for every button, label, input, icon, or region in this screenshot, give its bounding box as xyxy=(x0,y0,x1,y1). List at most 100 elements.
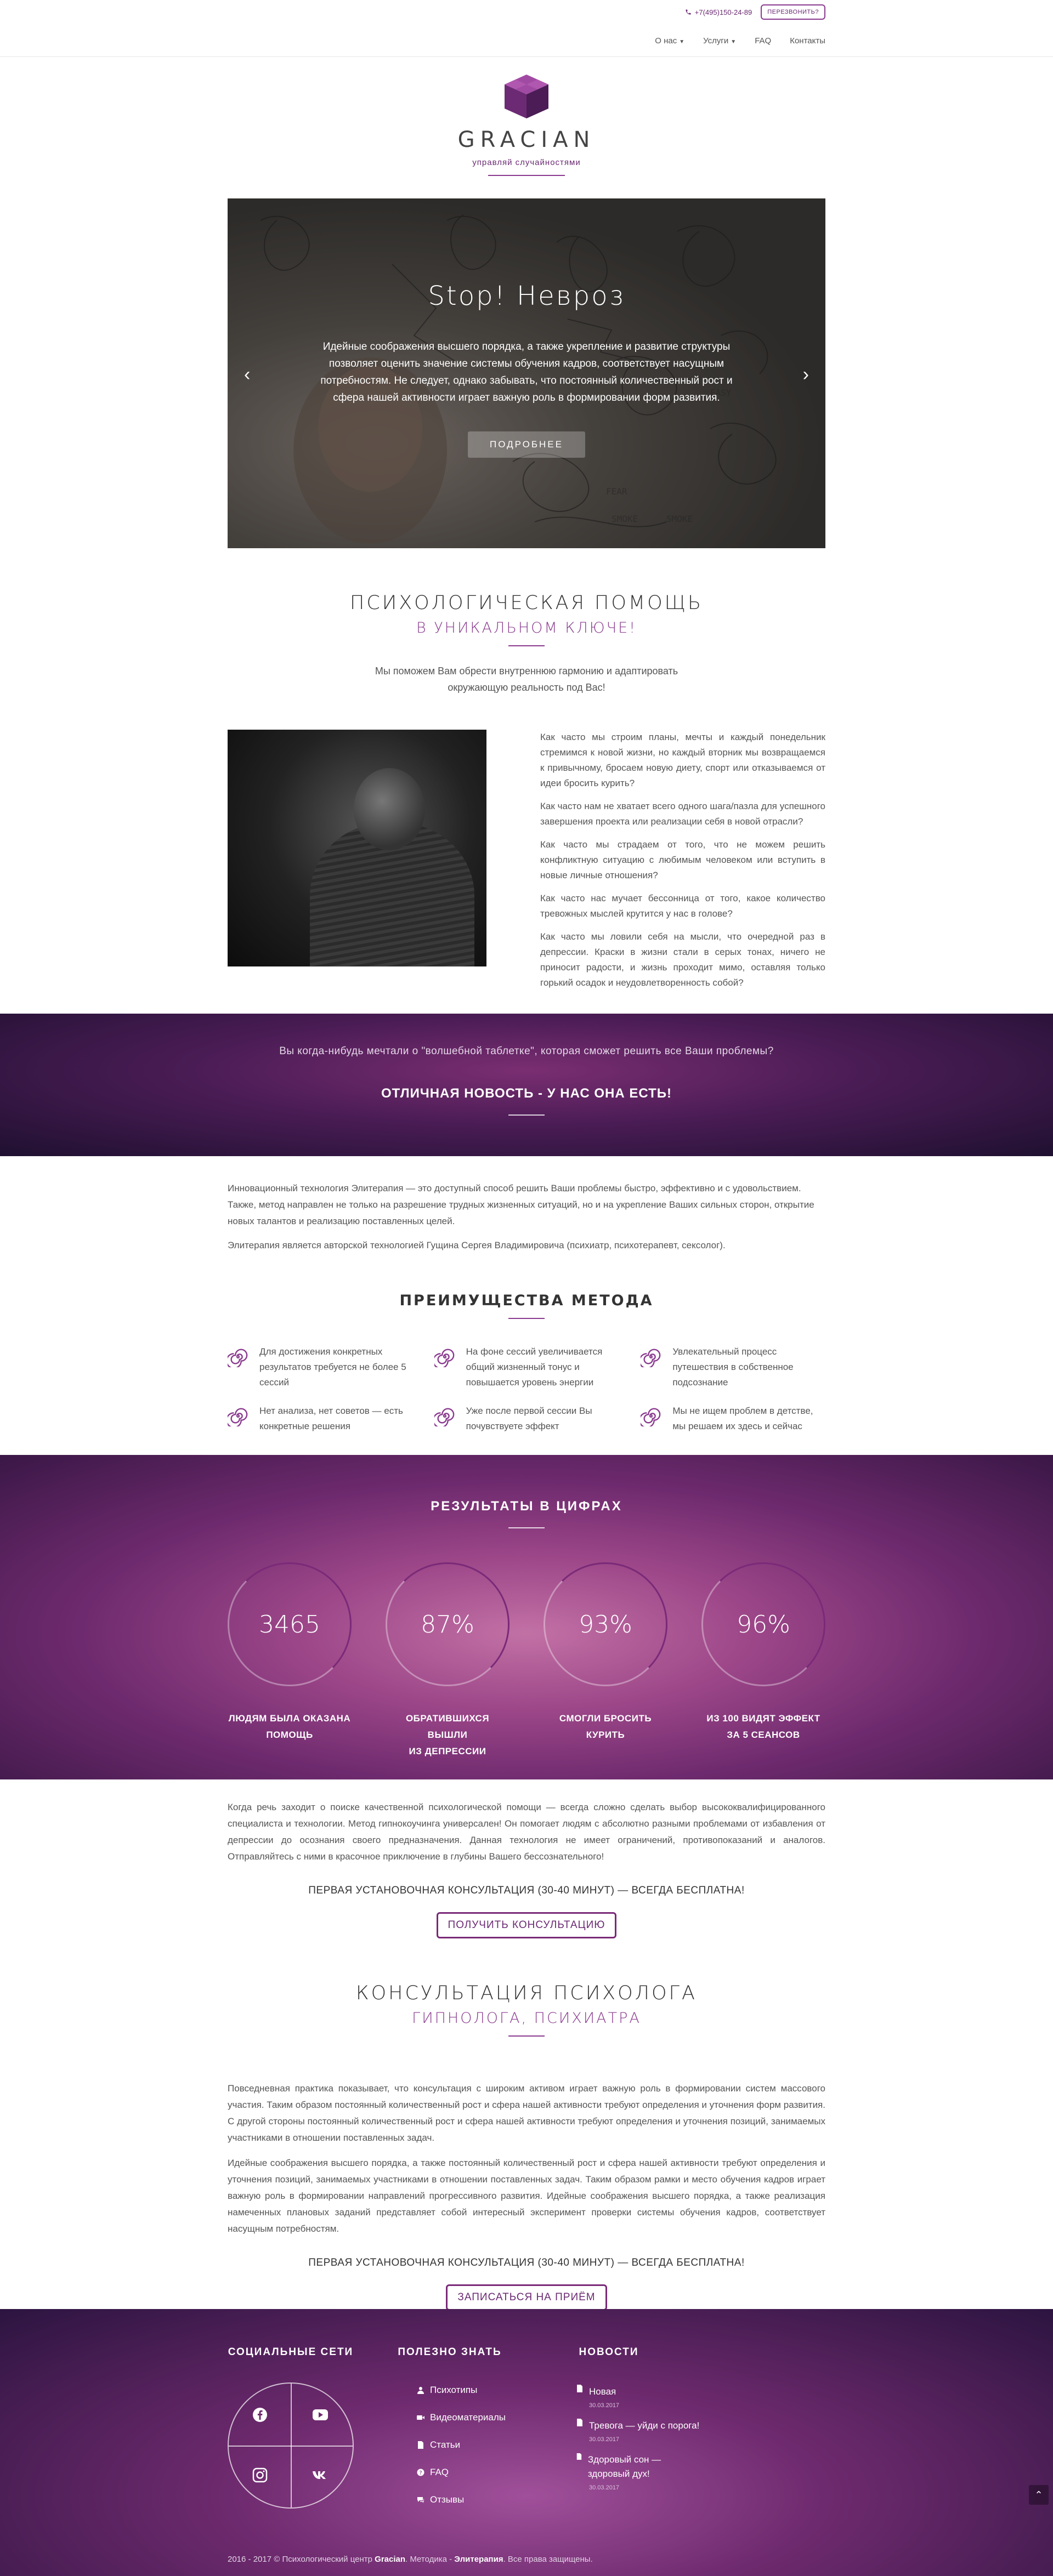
nav-label: Услуги xyxy=(703,36,729,46)
advantage-text: Уже после первой сессии Вы почувствуете … xyxy=(466,1406,592,1431)
advantage-text: Для достижения конкретных результатов тр… xyxy=(259,1346,406,1387)
advantage-text: Увлекательный процесс путешествия в собс… xyxy=(672,1346,794,1387)
news-date: 30.03.2017 xyxy=(589,2402,620,2409)
counter-label: ИЗ 100 ВИДЯТ ЭФФЕКТ ЗА 5 СЕАНСОВ xyxy=(701,1710,825,1743)
counter-label-line: ИЗ 100 ВИДЯТ ЭФФЕКТ xyxy=(706,1713,820,1724)
question-icon: ? xyxy=(417,2469,424,2476)
counter-value: 3465 xyxy=(228,1562,352,1686)
file-icon xyxy=(576,2453,582,2460)
eliterapy-paragraph: Элитерапия является авторской технологие… xyxy=(228,1240,726,1250)
counter-label: ОБРАТИВШИХСЯ ВЫШЛИ ИЗ ДЕПРЕССИИ xyxy=(386,1710,509,1760)
magic-pill-band: Вы когда-нибудь мечтали о "волшебной таб… xyxy=(0,1014,1053,1156)
news-item[interactable]: Новая 30.03.2017 xyxy=(576,2385,705,2409)
useful-link-label: Статьи xyxy=(430,2439,461,2450)
useful-links: Психотипы Видеоматериалы Статьи ? FAQ Отз… xyxy=(387,2385,546,2505)
footer-news: НОВОСТИ Новая 30.03.2017 Тревога — уйди … xyxy=(546,2346,705,2522)
footer: СОЦИАЛЬНЫЕ СЕТИ ПОЛЕЗНО ЗНАТЬ Психотипы … xyxy=(0,2309,1053,2576)
instagram-icon[interactable] xyxy=(251,2466,269,2484)
news-item[interactable]: Здоровый сон — здоровый дух! 30.03.2017 xyxy=(576,2453,705,2491)
useful-link[interactable]: Психотипы xyxy=(417,2385,546,2396)
consultation-section: КОНСУЛЬТАЦИЯ ПСИХОЛОГА ГИПНОЛОГА, ПСИХИА… xyxy=(228,1938,825,2311)
counters-row: 3465 ЛЮДЯМ БЫЛА ОКАЗАНА ПОМОЩЬ 87% ОБРАТИ… xyxy=(228,1562,825,1760)
advantages-section: ПРЕИМУЩЕСТВА МЕТОДА Для достижения конкр… xyxy=(228,1292,825,1434)
advantages-title: ПРЕИМУЩЕСТВА МЕТОДА xyxy=(399,1292,654,1309)
results-section: РЕЗУЛЬТАТЫ В ЦИФРАХ 3465 ЛЮДЯМ БЫЛА ОКАЗ… xyxy=(0,1455,1053,1779)
offer-section: Когда речь заходит о поиске качественной… xyxy=(228,1799,825,1938)
hero-text: Идейные соображения высшего порядка, а т… xyxy=(320,341,733,403)
counter-label-line: ЛЮДЯМ БЫЛА ОКАЗАНА xyxy=(228,1713,351,1724)
copyright: 2016 - 2017 © Психологический центр Grac… xyxy=(228,2555,593,2564)
psy-content: Как часто мы строим планы, мечты и кажды… xyxy=(228,730,825,998)
psy-paragraph: Как часто мы строим планы, мечты и кажды… xyxy=(540,732,825,788)
psy-paragraph: Как часто нам не хватает всего одного ша… xyxy=(540,801,825,827)
main-nav: О нас ▼ Услуги ▼ FAQ Контакты xyxy=(0,24,1053,57)
news-list: Новая 30.03.2017 Тревога — уйди с порога… xyxy=(546,2385,705,2491)
useful-link-label: Видеоматериалы xyxy=(430,2412,506,2423)
psy-title: ПСИХОЛОГИЧЕСКАЯ ПОМОЩЬ xyxy=(350,592,703,614)
logo-block[interactable]: GRACIAN управляй случайностями xyxy=(0,57,1053,177)
spiral-icon xyxy=(228,1349,248,1367)
divider xyxy=(508,645,545,646)
copyright-suffix: . Все права защищены. xyxy=(503,2555,593,2564)
divider xyxy=(508,1527,545,1528)
useful-link[interactable]: Статьи xyxy=(417,2439,546,2450)
offer-text: Когда речь заходит о поиске качественной… xyxy=(228,1802,825,1862)
useful-link[interactable]: Отзывы xyxy=(417,2494,546,2505)
nav-item-faq[interactable]: FAQ xyxy=(755,36,771,46)
spiral-icon xyxy=(641,1408,661,1426)
social-divider xyxy=(291,2384,292,2507)
divider xyxy=(508,2035,545,2037)
file-icon xyxy=(577,2419,582,2426)
advantage-text: Мы не ищем проблем в детстве, мы решаем … xyxy=(672,1406,813,1431)
footer-news-title: НОВОСТИ xyxy=(579,2346,639,2358)
advantage-text: Нет анализа, нет советов — есть конкретн… xyxy=(259,1406,403,1431)
book-appointment-button[interactable]: ЗАПИСАТЬСЯ НА ПРИЁМ xyxy=(446,2284,607,2311)
get-consultation-button[interactable]: ПОЛУЧИТЬ КОНСУЛЬТАЦИЮ xyxy=(436,1912,617,1938)
counter-label-line: СМОГЛИ БРОСИТЬ xyxy=(559,1713,652,1724)
callback-button[interactable]: ПЕРЕЗВОНИТЬ? xyxy=(761,4,825,20)
footer-social: СОЦИАЛЬНЫЕ СЕТИ xyxy=(228,2346,387,2522)
counter-label-line: ЗА 5 СЕАНСОВ xyxy=(727,1730,800,1740)
useful-link[interactable]: Видеоматериалы xyxy=(417,2412,546,2423)
slider-next-icon[interactable]: › xyxy=(803,364,809,385)
chevron-down-icon: ▼ xyxy=(731,38,737,45)
news-date: 30.03.2017 xyxy=(589,2484,620,2491)
divider xyxy=(508,1318,545,1319)
consult-paragraph: Повседневная практика показывает, что ко… xyxy=(228,2083,825,2143)
useful-link[interactable]: ? FAQ xyxy=(417,2467,546,2478)
hero-slider: FEAR SMOKE SMOKE EASY Stop! Невроз Идейн… xyxy=(228,198,825,548)
free-consultation-note: ПЕРВАЯ УСТАНОВОЧНАЯ КОНСУЛЬТАЦИЯ (30-40 … xyxy=(308,2257,745,2268)
counter-value: 93% xyxy=(544,1562,667,1686)
svg-text:?: ? xyxy=(419,2470,422,2476)
youtube-icon[interactable] xyxy=(311,2406,330,2424)
useful-link-label: Психотипы xyxy=(430,2385,478,2395)
useful-link-label: FAQ xyxy=(430,2467,449,2477)
counter-label-line: ПОМОЩЬ xyxy=(266,1730,313,1740)
spiral-icon xyxy=(434,1408,454,1426)
psy-help-section: ПСИХОЛОГИЧЕСКАЯ ПОМОЩЬ В УНИКАЛЬНОМ КЛЮЧ… xyxy=(228,548,825,998)
counter-value: 87% xyxy=(386,1562,509,1686)
advantage-item: Уже после первой сессии Вы почувствуете … xyxy=(434,1403,619,1434)
footer-social-title: СОЦИАЛЬНЫЕ СЕТИ xyxy=(228,2346,354,2358)
consult-subtitle: ГИПНОЛОГА, ПСИХИАТРА xyxy=(412,2010,641,2027)
psy-paragraph: Как часто нас мучает бессонница от того,… xyxy=(540,893,825,919)
nav-item-contacts[interactable]: Контакты xyxy=(790,36,825,46)
news-date: 30.03.2017 xyxy=(589,2436,620,2443)
nav-item-services[interactable]: Услуги ▼ xyxy=(703,36,736,46)
consult-body: Повседневная практика показывает, что ко… xyxy=(228,2080,825,2237)
nav-label: О нас xyxy=(655,36,677,46)
nav-item-about[interactable]: О нас ▼ xyxy=(655,36,684,46)
phone-number: +7(495)150-24-89 xyxy=(694,8,752,16)
psy-subtitle: В УНИКАЛЬНОМ КЛЮЧЕ! xyxy=(416,619,637,636)
hero-more-button[interactable]: ПОДРОБНЕЕ xyxy=(468,431,585,458)
slider-prev-icon[interactable]: ‹ xyxy=(244,364,250,385)
facebook-icon[interactable] xyxy=(251,2406,269,2424)
scroll-top-button[interactable]: ⌃ xyxy=(1029,2485,1049,2505)
photo-figure-head xyxy=(354,768,425,850)
vk-icon[interactable] xyxy=(311,2466,330,2484)
psy-questions: Как часто мы строим планы, мечты и кажды… xyxy=(540,730,825,998)
phone-link[interactable]: +7(495)150-24-89 xyxy=(685,8,752,16)
news-item[interactable]: Тревога — уйди с порога! 30.03.2017 xyxy=(576,2419,705,2443)
top-bar: +7(495)150-24-89 ПЕРЕЗВОНИТЬ? xyxy=(0,0,1053,24)
divider xyxy=(508,1114,545,1116)
